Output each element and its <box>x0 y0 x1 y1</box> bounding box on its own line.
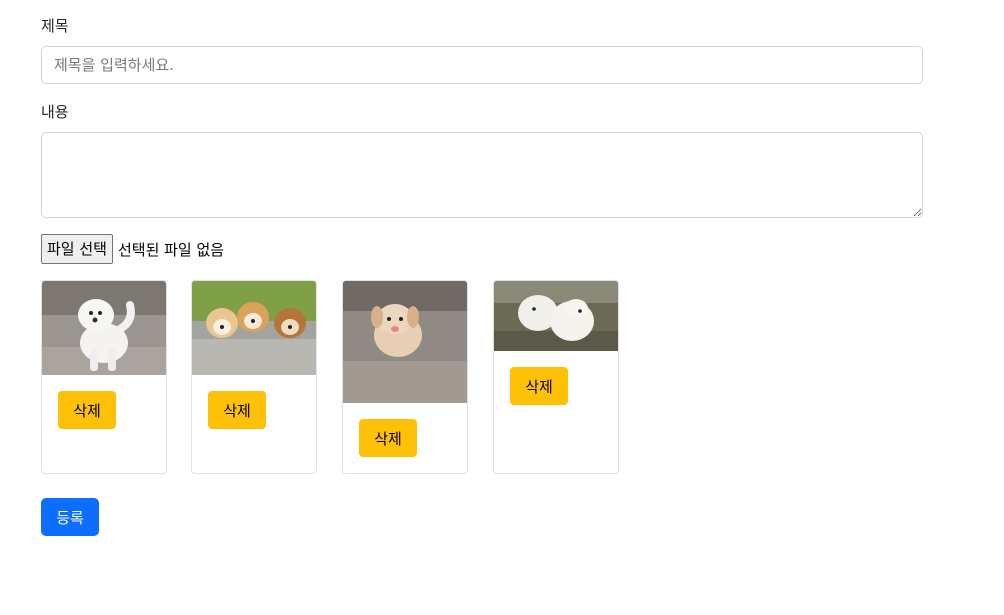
delete-image-button[interactable]: 삭제 <box>208 391 266 429</box>
image-card: 삭제 <box>41 280 167 474</box>
puppy-image <box>343 281 467 403</box>
puppy-image <box>494 281 618 351</box>
file-status-text: 선택된 파일 없음 <box>117 240 225 259</box>
delete-image-button[interactable]: 삭제 <box>510 367 568 405</box>
image-card: 삭제 <box>342 280 468 474</box>
title-label: 제목 <box>41 17 69 35</box>
puppy-image <box>42 281 166 375</box>
title-input[interactable] <box>41 46 923 84</box>
content-textarea[interactable] <box>41 132 923 218</box>
file-select-button[interactable]: 파일 선택 <box>41 234 113 264</box>
delete-image-button[interactable]: 삭제 <box>58 391 116 429</box>
puppy-image <box>192 281 316 375</box>
file-input: 파일 선택 선택된 파일 없음 <box>41 234 224 264</box>
image-card: 삭제 <box>493 280 619 474</box>
delete-image-button[interactable]: 삭제 <box>359 419 417 457</box>
content-label: 내용 <box>41 103 69 121</box>
image-card: 삭제 <box>191 280 317 474</box>
submit-button[interactable]: 등록 <box>41 498 99 536</box>
